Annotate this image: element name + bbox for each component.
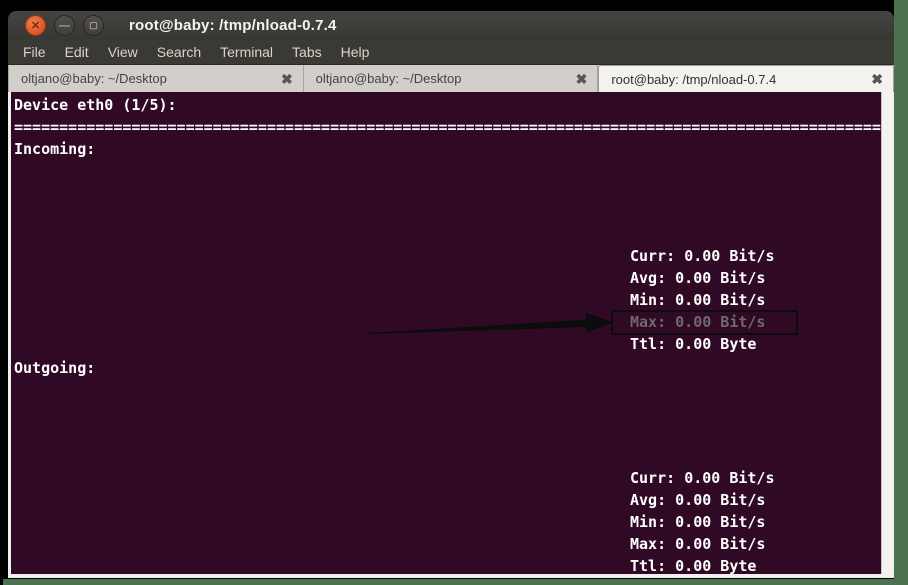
menu-terminal[interactable]: Terminal: [220, 44, 273, 60]
titlebar[interactable]: ✕ — ▢ root@baby: /tmp/nload-0.7.4: [8, 11, 894, 40]
incoming-section-label: Incoming:: [14, 140, 96, 158]
menu-tabs[interactable]: Tabs: [292, 44, 322, 60]
desktop-background-edge: [3, 579, 908, 585]
incoming-stat-ttl: Ttl: 0.00 Byte: [630, 335, 757, 353]
outgoing-stat-curr: Curr: 0.00 Bit/s: [630, 469, 775, 487]
menu-view[interactable]: View: [108, 44, 138, 60]
annotation-highlight-box: [611, 310, 798, 335]
terminal-scrollbar[interactable]: [881, 92, 892, 574]
tab-label: root@baby: /tmp/nload-0.7.4: [611, 71, 777, 87]
tab-label: oltjano@baby: ~/Desktop: [21, 71, 167, 86]
close-window-button[interactable]: ✕: [25, 15, 46, 36]
menu-help[interactable]: Help: [341, 44, 370, 60]
window-controls: ✕ — ▢: [25, 15, 104, 36]
terminal-frame: Device eth0 (1/5): =====================…: [8, 92, 894, 578]
desktop-background-edge: [894, 0, 908, 585]
nload-separator: ========================================…: [14, 118, 881, 136]
tab-close-icon[interactable]: ✖: [281, 72, 293, 86]
incoming-stat-curr: Curr: 0.00 Bit/s: [630, 247, 775, 265]
terminal-window: ✕ — ▢ root@baby: /tmp/nload-0.7.4 File E…: [8, 11, 895, 578]
nload-device-header: Device eth0 (1/5):: [14, 96, 177, 114]
tab-desktop-2[interactable]: oltjano@baby: ~/Desktop ✖: [303, 65, 599, 92]
minimize-window-button[interactable]: —: [54, 15, 75, 36]
outgoing-stat-avg: Avg: 0.00 Bit/s: [630, 491, 766, 509]
outgoing-stat-ttl: Ttl: 0.00 Byte: [630, 557, 757, 574]
menu-search[interactable]: Search: [157, 44, 201, 60]
incoming-stat-avg: Avg: 0.00 Bit/s: [630, 269, 766, 287]
menu-edit[interactable]: Edit: [65, 44, 89, 60]
window-title: root@baby: /tmp/nload-0.7.4: [129, 17, 337, 34]
tab-label: oltjano@baby: ~/Desktop: [315, 71, 462, 86]
tab-close-icon[interactable]: ✖: [576, 72, 588, 86]
terminal-screen[interactable]: Device eth0 (1/5): =====================…: [11, 92, 882, 574]
maximize-window-button[interactable]: ▢: [83, 15, 104, 36]
tab-nload-active[interactable]: root@baby: /tmp/nload-0.7.4 ✖: [598, 65, 895, 92]
tab-close-icon[interactable]: ✖: [871, 72, 883, 86]
outgoing-stat-min: Min: 0.00 Bit/s: [630, 513, 766, 531]
tab-desktop-1[interactable]: oltjano@baby: ~/Desktop ✖: [8, 65, 304, 92]
annotation-arrow-icon: [368, 313, 613, 337]
outgoing-section-label: Outgoing:: [14, 359, 96, 377]
outgoing-stat-max: Max: 0.00 Bit/s: [630, 535, 766, 553]
menubar: File Edit View Search Terminal Tabs Help: [8, 40, 894, 64]
menu-file[interactable]: File: [23, 44, 46, 60]
tab-bar: oltjano@baby: ~/Desktop ✖ oltjano@baby: …: [8, 64, 895, 92]
screenshot-root: ✕ — ▢ root@baby: /tmp/nload-0.7.4 File E…: [0, 0, 908, 585]
incoming-stat-min: Min: 0.00 Bit/s: [630, 291, 766, 309]
